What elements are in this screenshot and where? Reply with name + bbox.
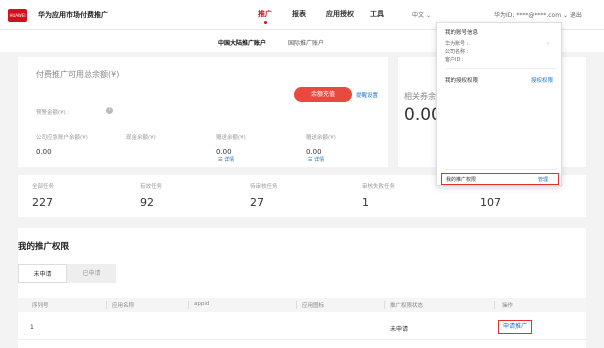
language-selector[interactable]: 中文 ⌄ bbox=[412, 10, 431, 19]
row-index: 1 bbox=[30, 324, 34, 331]
prewarn-amount-label: 预警金额(¥) : bbox=[36, 110, 70, 116]
chevron-down-icon: ⌄ bbox=[562, 12, 568, 19]
table-header: 序列号 应用名称 appid 应用图标 推广权限状态 操作 bbox=[18, 298, 586, 312]
balance-col-value: 0.00 bbox=[216, 148, 232, 156]
column-header: 应用名称 bbox=[112, 303, 135, 309]
stat-label: 待审核任务 bbox=[250, 184, 278, 190]
balance-card: 付费推广可用总余额(¥) 余额充值 提醒设置 预警金额(¥) : ? 公司应急账… bbox=[18, 57, 388, 167]
company-name-label: 公司名称 : bbox=[445, 49, 469, 55]
column-header: appid bbox=[194, 301, 210, 307]
huawei-logo-icon[interactable]: HUAWEI bbox=[8, 9, 27, 22]
stat-value: 227 bbox=[32, 196, 53, 209]
divider bbox=[445, 169, 557, 170]
row-status: 未申请 bbox=[390, 326, 409, 333]
promo-permission-row[interactable]: 我的推广权限 管理 bbox=[441, 173, 559, 185]
balance-col-label: 公司应急账户余额(¥) bbox=[36, 135, 88, 141]
details-link[interactable]: ☰ 详情 bbox=[218, 156, 234, 163]
auth-permission-label: 我的授权权限 bbox=[445, 78, 479, 84]
details-link[interactable]: ☰ 详情 bbox=[308, 156, 324, 163]
threshold-settings-link[interactable]: 提醒设置 bbox=[356, 91, 378, 99]
balance-col-label: 赠送余额(¥) bbox=[216, 135, 246, 141]
column-divider bbox=[106, 301, 107, 309]
details-icon: ☰ bbox=[218, 157, 223, 163]
user-account-label: 华为ID: ****@****.com bbox=[494, 12, 562, 19]
tab-international-account[interactable]: 国际推广账户 bbox=[288, 38, 324, 47]
tab-not-applied[interactable]: 未申请 bbox=[18, 264, 67, 283]
rights-title: 我的推广权限 bbox=[18, 242, 70, 252]
balance-col-label: 现金余额(¥) bbox=[126, 135, 156, 141]
stat-label: 有效任务 bbox=[140, 184, 163, 190]
user-menu[interactable]: 华为ID: ****@****.com ⌄ 退出 bbox=[494, 10, 582, 19]
balance-col-label: 赠送余额(¥) bbox=[306, 135, 336, 141]
balance-col-value: 0.00 bbox=[306, 148, 322, 156]
column-header: 操作 bbox=[502, 303, 514, 309]
nav-item-tools[interactable]: 工具 bbox=[370, 9, 384, 19]
promotion-rights-panel: 我的推广权限 未申请 已申请 序列号 应用名称 appid 应用图标 推广权限状… bbox=[18, 228, 586, 348]
manage-link[interactable]: 管理 bbox=[538, 176, 548, 183]
tab-applied[interactable]: 已申请 bbox=[67, 264, 116, 283]
nav-item-reports[interactable]: 报表 bbox=[292, 9, 306, 19]
stat-value: 27 bbox=[250, 196, 264, 209]
coupon-label: 相关券余 bbox=[404, 92, 436, 101]
stat-label: 审核失败任务 bbox=[362, 184, 396, 190]
brand-title: 华为应用市场付费推广 bbox=[38, 11, 108, 19]
chevron-down-icon: ⌄ bbox=[425, 12, 431, 19]
auth-permission-link[interactable]: 授权权限 bbox=[531, 76, 553, 84]
promo-permission-label: 我的推广权限 bbox=[446, 177, 477, 183]
customer-id-label: 客户ID : bbox=[445, 57, 464, 63]
account-info-heading: 我的账号信息 bbox=[445, 30, 479, 36]
exit-link[interactable]: 退出 bbox=[570, 12, 582, 19]
column-divider bbox=[296, 301, 297, 309]
column-divider bbox=[494, 301, 495, 309]
recharge-button[interactable]: 余额充值 bbox=[294, 87, 352, 102]
details-label: 详情 bbox=[224, 157, 235, 163]
balance-title: 付费推广可用总余额(¥) bbox=[36, 70, 120, 79]
nav-item-promotion[interactable]: 推广 bbox=[258, 9, 272, 24]
active-indicator-icon bbox=[264, 21, 267, 24]
nav-item-app-auth[interactable]: 应用授权 bbox=[326, 9, 354, 19]
chevron-right-icon[interactable]: › bbox=[547, 41, 549, 47]
stat-value: 1 bbox=[362, 196, 369, 209]
balance-col-value: 0.00 bbox=[36, 148, 52, 156]
account-dropdown: 我的账号信息 华为账号 : › 公司名称 : 客户ID : 我的授权权限 授权权… bbox=[436, 22, 562, 186]
stat-value: 107 bbox=[480, 196, 501, 209]
nav-item-label: 推广 bbox=[258, 10, 272, 18]
stat-value: 92 bbox=[140, 196, 154, 209]
language-label: 中文 bbox=[412, 12, 425, 19]
column-header: 应用图标 bbox=[302, 303, 325, 309]
column-divider bbox=[188, 301, 189, 309]
column-header: 序列号 bbox=[32, 303, 49, 309]
table-row: 1 未申请 申请推广 bbox=[18, 314, 586, 340]
huawei-account-label: 华为账号 : bbox=[445, 41, 469, 47]
tab-mainland-account[interactable]: 中国大陆推广账户 bbox=[218, 38, 266, 47]
column-header: 推广权限状态 bbox=[390, 303, 424, 309]
stat-label: 全部任务 bbox=[32, 184, 55, 190]
details-label: 详情 bbox=[314, 157, 325, 163]
divider bbox=[445, 68, 557, 69]
apply-promotion-button[interactable]: 申请推广 bbox=[498, 320, 532, 334]
rights-filter-tabs: 未申请 已申请 bbox=[18, 264, 116, 283]
column-divider bbox=[384, 301, 385, 309]
details-icon: ☰ bbox=[308, 157, 313, 163]
help-icon[interactable]: ? bbox=[106, 107, 113, 114]
